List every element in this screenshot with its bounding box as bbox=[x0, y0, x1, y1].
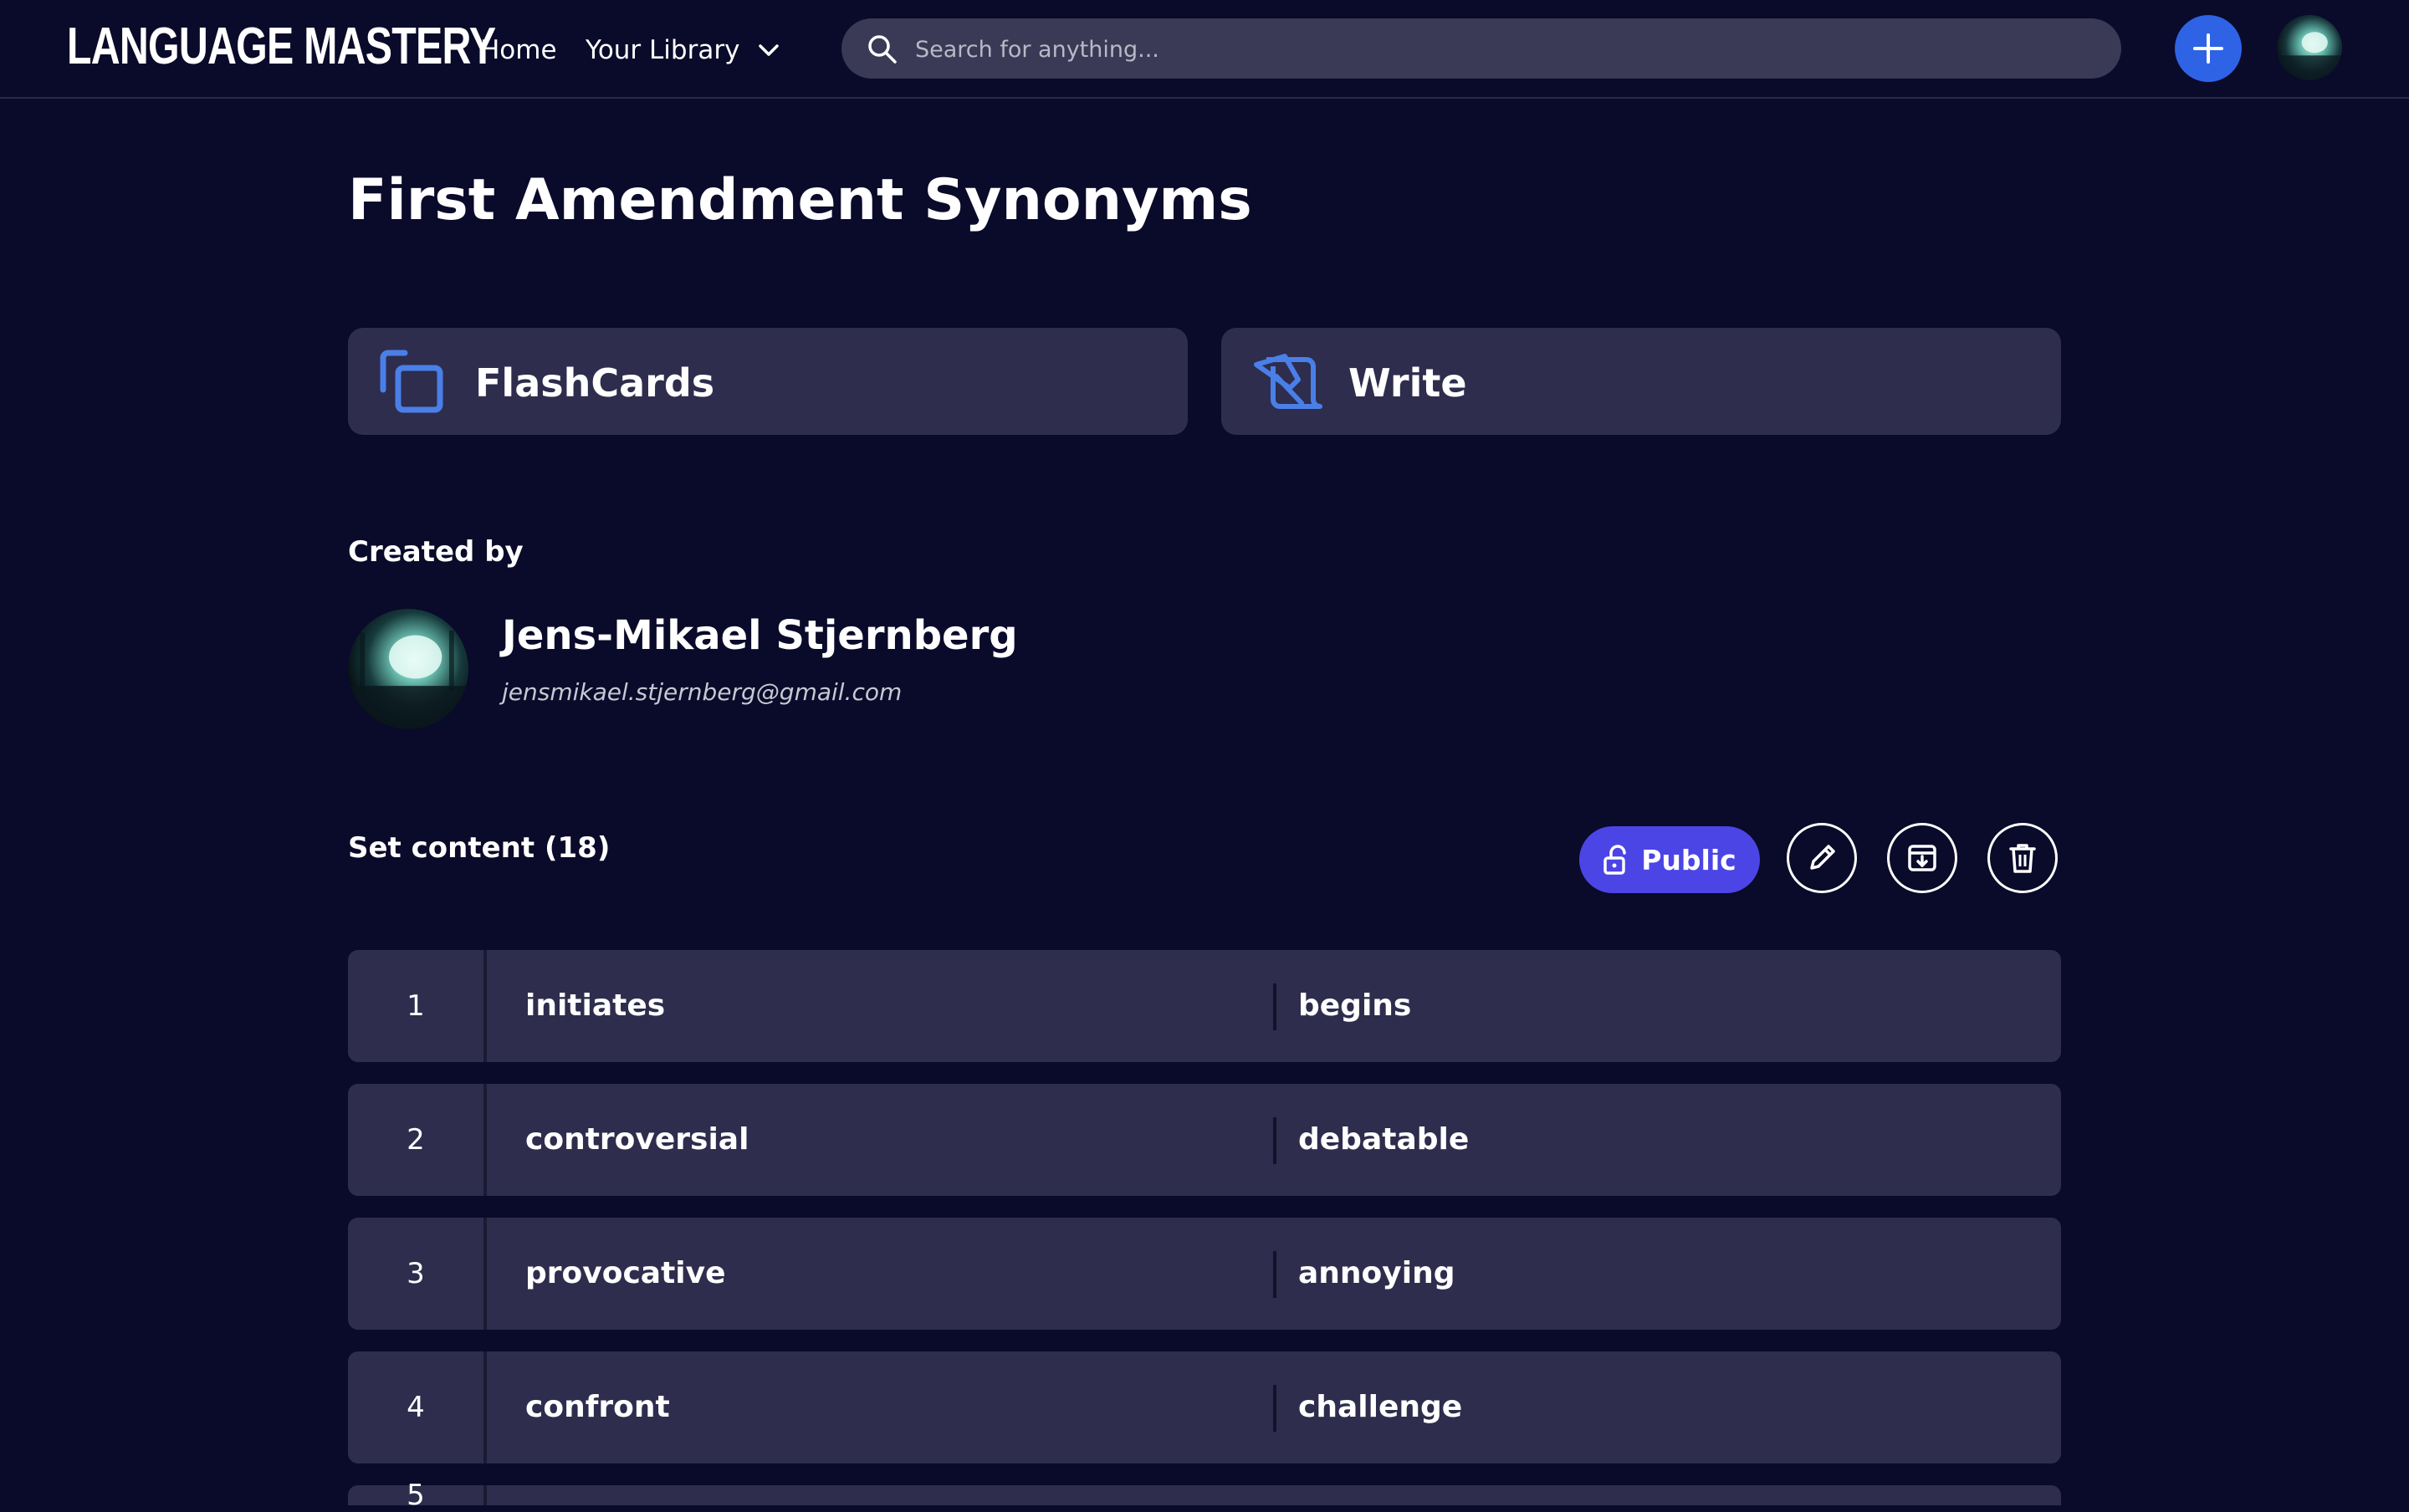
write-icon bbox=[1254, 354, 1322, 409]
archive-download-icon bbox=[1908, 845, 1936, 871]
visibility-label: Public bbox=[1641, 843, 1736, 876]
flashcards-label: FlashCards bbox=[475, 360, 715, 406]
flashcards-mode-card[interactable]: FlashCards bbox=[348, 328, 1188, 435]
term-number: 5 bbox=[348, 1479, 487, 1512]
term-number: 1 bbox=[348, 950, 487, 1062]
term-text: controversial bbox=[525, 1122, 749, 1157]
archive-set-button[interactable] bbox=[1887, 823, 1957, 893]
pencil-icon bbox=[1810, 845, 1835, 870]
term-number: 2 bbox=[348, 1084, 487, 1196]
definition-text: challenge bbox=[1298, 1390, 1463, 1424]
search-bar bbox=[841, 18, 2121, 80]
nav-home-link[interactable]: Home bbox=[480, 32, 557, 69]
term-number: 3 bbox=[348, 1218, 487, 1330]
search-input[interactable] bbox=[913, 18, 2088, 80]
row-divider bbox=[1273, 1117, 1276, 1164]
term-row: 5 bbox=[348, 1479, 2061, 1512]
term-text: provocative bbox=[525, 1256, 726, 1290]
search-icon bbox=[868, 35, 897, 64]
write-label: Write bbox=[1348, 360, 1467, 406]
definition-text: annoying bbox=[1298, 1256, 1455, 1290]
nav-library-dropdown[interactable]: Your Library bbox=[586, 32, 780, 69]
avatar-image bbox=[348, 609, 468, 729]
flashcards-icon bbox=[380, 350, 443, 413]
set-content-count: Set content (18) bbox=[348, 831, 611, 865]
term-number: 4 bbox=[348, 1351, 487, 1463]
author-avatar bbox=[348, 609, 468, 729]
row-divider bbox=[1273, 983, 1276, 1030]
author-email: jensmikael.stjernberg@gmail.com bbox=[502, 678, 903, 706]
trash-icon bbox=[2009, 844, 2036, 873]
term-row: 4 confront challenge bbox=[348, 1351, 2061, 1463]
edit-set-button[interactable] bbox=[1787, 823, 1857, 893]
page-title: First Amendment Synonyms bbox=[348, 167, 1252, 233]
nav-library-label: Your Library bbox=[586, 35, 740, 65]
unlock-icon bbox=[1603, 845, 1626, 875]
row-divider bbox=[1273, 1385, 1276, 1432]
plus-icon bbox=[2193, 33, 2223, 64]
author-name: Jens-Mikael Stjernberg bbox=[502, 612, 1018, 659]
chevron-down-icon bbox=[759, 44, 780, 56]
created-by-label: Created by bbox=[348, 535, 524, 569]
term-text: initiates bbox=[525, 988, 666, 1023]
top-navbar: LANGUAGE MASTERY Home Your Library bbox=[0, 0, 2409, 99]
term-row: 3 provocative annoying bbox=[348, 1218, 2061, 1330]
user-avatar[interactable] bbox=[2277, 15, 2342, 80]
write-mode-card[interactable]: Write bbox=[1221, 328, 2061, 435]
avatar-image bbox=[2277, 15, 2342, 80]
row-divider bbox=[1273, 1251, 1276, 1298]
visibility-toggle-button[interactable]: Public bbox=[1579, 826, 1760, 893]
definition-text: debatable bbox=[1298, 1122, 1470, 1157]
definition-text: begins bbox=[1298, 988, 1412, 1023]
term-text: confront bbox=[525, 1390, 670, 1424]
term-row: 2 controversial debatable bbox=[348, 1084, 2061, 1196]
create-set-button[interactable] bbox=[2175, 15, 2242, 82]
term-row: 1 initiates begins bbox=[348, 950, 2061, 1062]
delete-set-button[interactable] bbox=[1987, 823, 2058, 893]
logo[interactable]: LANGUAGE MASTERY bbox=[67, 17, 496, 77]
